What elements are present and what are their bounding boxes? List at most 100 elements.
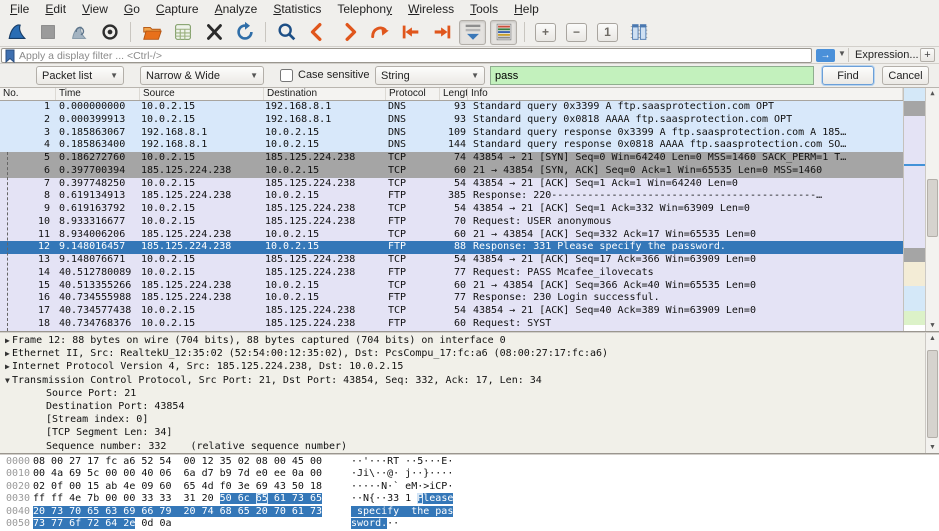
save-file-button[interactable] [169,20,196,45]
ascii-run[interactable]: ·Ji\··@· j··}···· [351,468,453,479]
zoom-in-button[interactable]: + [532,20,559,45]
hex-byte-run[interactable]: 73 77 6f 72 64 2e [33,518,135,529]
resize-columns-button[interactable] [625,20,652,45]
packet-row[interactable]: 108.93331667710.0.2.15185.125.224.238FTP… [0,216,903,229]
close-file-button[interactable] [200,20,227,45]
packet-row[interactable]: 1840.73476837610.0.2.15185.125.224.238FT… [0,318,903,331]
packet-row[interactable]: 50.18627276010.0.2.15185.125.224.238TCP7… [0,152,903,165]
detail-line[interactable]: ▶Ethernet II, Src: RealtekU_12:35:02 (52… [0,347,925,360]
packet-row[interactable]: 1540.513355266185.125.224.23810.0.2.15TC… [0,280,903,293]
menu-analyze[interactable]: Analyze [207,0,266,18]
hex-byte-run[interactable]: 00 4a 69 5c 00 00 40 06 6a d7 b9 7d e0 e… [33,468,322,479]
auto-scroll-button[interactable] [459,20,486,45]
packet-row[interactable]: 80.619134913185.125.224.23810.0.2.15FTP3… [0,190,903,203]
minimap-block[interactable] [904,88,925,101]
detail-line[interactable]: Destination Port: 43854 [0,400,925,413]
hex-byte-run[interactable]: ff ff 4e 7b 00 00 33 33 31 20 [33,493,220,504]
restart-capture-button[interactable] [65,20,92,45]
hex-row[interactable]: 001000 4a 69 5c 00 00 40 06 6a d7 b9 7d … [0,468,939,480]
ascii-run[interactable]: ··'···RT ··5···E· [351,456,453,467]
packet-row[interactable]: 1440.51278008910.0.2.15185.125.224.238FT… [0,267,903,280]
menu-statistics[interactable]: Statistics [265,0,329,18]
go-forward-button[interactable] [335,20,362,45]
menu-file[interactable]: File [2,0,37,18]
detail-line[interactable]: ▶Internet Protocol Version 4, Src: 185.1… [0,360,925,373]
colorize-button[interactable] [490,20,517,45]
packet-row[interactable]: 1640.734555988185.125.224.23810.0.2.15FT… [0,292,903,305]
packet-row[interactable]: 139.14807667110.0.2.15185.125.224.238TCP… [0,254,903,267]
minimap-block[interactable] [904,101,925,116]
find-type-dropdown[interactable]: String ▼ [375,66,485,85]
menu-edit[interactable]: Edit [37,0,74,18]
minimap-block[interactable] [904,325,925,331]
packet-row[interactable]: 70.39774825010.0.2.15185.125.224.238TCP5… [0,178,903,191]
detail-line[interactable]: [TCP Segment Len: 34] [0,426,925,439]
hex-byte-run[interactable]: 0d 0a [135,518,171,529]
find-input[interactable] [490,66,814,85]
hex-row[interactable]: 005073 77 6f 72 64 2e 0d 0asword.·· [0,518,939,530]
menu-help[interactable]: Help [506,0,547,18]
packet-row[interactable]: 20.00039991310.0.2.15192.168.8.1DNS93Sta… [0,114,903,127]
scroll-down-icon[interactable]: ▼ [930,320,934,331]
hex-row[interactable]: 004020 73 70 65 63 69 66 79 20 74 68 65 … [0,506,939,518]
intelligent-scrollbar[interactable] [903,88,925,331]
hex-byte-run[interactable]: 08 00 27 17 fc a6 52 54 00 12 35 02 08 0… [33,456,322,467]
packet-row[interactable]: 60.397700394185.125.224.23810.0.2.15TCP6… [0,165,903,178]
column-header-no[interactable]: No. [0,88,56,100]
detail-line[interactable]: Sequence number: 332 (relative sequence … [0,440,925,453]
minimap-block[interactable] [904,248,925,262]
find-scope-dropdown[interactable]: Packet list ▼ [36,66,124,85]
ascii-run[interactable]: ·· [387,518,399,529]
bookmark-icon[interactable] [5,49,15,63]
detail-line[interactable]: ▼Transmission Control Protocol, Src Port… [0,374,925,387]
packet-row[interactable]: 129.148016457185.125.224.23810.0.2.15FTP… [0,241,903,254]
ascii-run[interactable]: ·····N·` eM·>iCP· [351,481,453,492]
expand-icon[interactable]: ▶ [0,347,12,360]
column-header-destination[interactable]: Destination [264,88,386,100]
column-header-length[interactable]: Length [440,88,468,100]
find-packet-button[interactable] [273,20,300,45]
find-charset-dropdown[interactable]: Narrow & Wide ▼ [140,66,264,85]
column-header-source[interactable]: Source [140,88,264,100]
packet-row[interactable]: 40.185863400192.168.8.110.0.2.15DNS144St… [0,139,903,152]
case-sensitive-checkbox[interactable] [280,69,293,82]
minimap-block[interactable] [904,166,925,248]
detail-line[interactable]: [Stream index: 0] [0,413,925,426]
ascii-run[interactable]: specify the pas [351,506,453,517]
scrollbar-track[interactable] [926,344,939,442]
hex-byte-run[interactable]: 02 0f 00 15 ab 4e 09 60 65 4d f0 3e 69 4… [33,481,322,492]
hex-row[interactable]: 0030ff ff 4e 7b 00 00 33 33 31 20 50 6c … [0,493,939,505]
packet-row[interactable]: 118.934006206185.125.224.23810.0.2.15TCP… [0,229,903,242]
filter-history-caret-icon[interactable]: ▼ [838,49,846,58]
go-to-packet-button[interactable] [366,20,393,45]
menu-capture[interactable]: Capture [148,0,207,18]
scrollbar-thumb[interactable] [927,179,938,237]
packet-row[interactable]: 30.185863067192.168.8.110.0.2.15DNS109St… [0,127,903,140]
packet-row[interactable]: 1740.73457743810.0.2.15185.125.224.238TC… [0,305,903,318]
menu-tools[interactable]: Tools [462,0,506,18]
packet-row[interactable]: 90.61916379210.0.2.15185.125.224.238TCP5… [0,203,903,216]
scroll-up-icon[interactable]: ▲ [930,88,934,99]
packet-list-scrollbar[interactable]: ▲ ▼ [925,88,939,331]
cancel-button[interactable]: Cancel [882,66,929,85]
stop-capture-button[interactable] [34,20,61,45]
ascii-run[interactable]: sword. [351,518,387,529]
detail-line[interactable]: ▶Frame 12: 88 bytes on wire (704 bits), … [0,334,925,347]
display-filter-input[interactable] [19,50,811,62]
go-last-button[interactable] [428,20,455,45]
minimap-block[interactable] [904,262,925,286]
scrollbar-thumb[interactable] [927,350,938,438]
minimap-block[interactable] [904,311,925,325]
hex-row[interactable]: 002002 0f 00 15 ab 4e 09 60 65 4d f0 3e … [0,481,939,493]
hex-byte-run[interactable]: 61 73 65 [268,493,322,504]
scroll-up-icon[interactable]: ▲ [929,333,936,344]
start-capture-button[interactable] [3,20,30,45]
ascii-run[interactable]: ··N{··33 1 [351,493,417,504]
minimap-block[interactable] [904,116,925,164]
menu-telephony[interactable]: Telephony [329,0,400,18]
find-button[interactable]: Find [822,66,874,85]
open-file-button[interactable] [138,20,165,45]
apply-filter-button[interactable]: → [816,49,835,62]
zoom-out-button[interactable]: − [563,20,590,45]
reload-file-button[interactable] [231,20,258,45]
